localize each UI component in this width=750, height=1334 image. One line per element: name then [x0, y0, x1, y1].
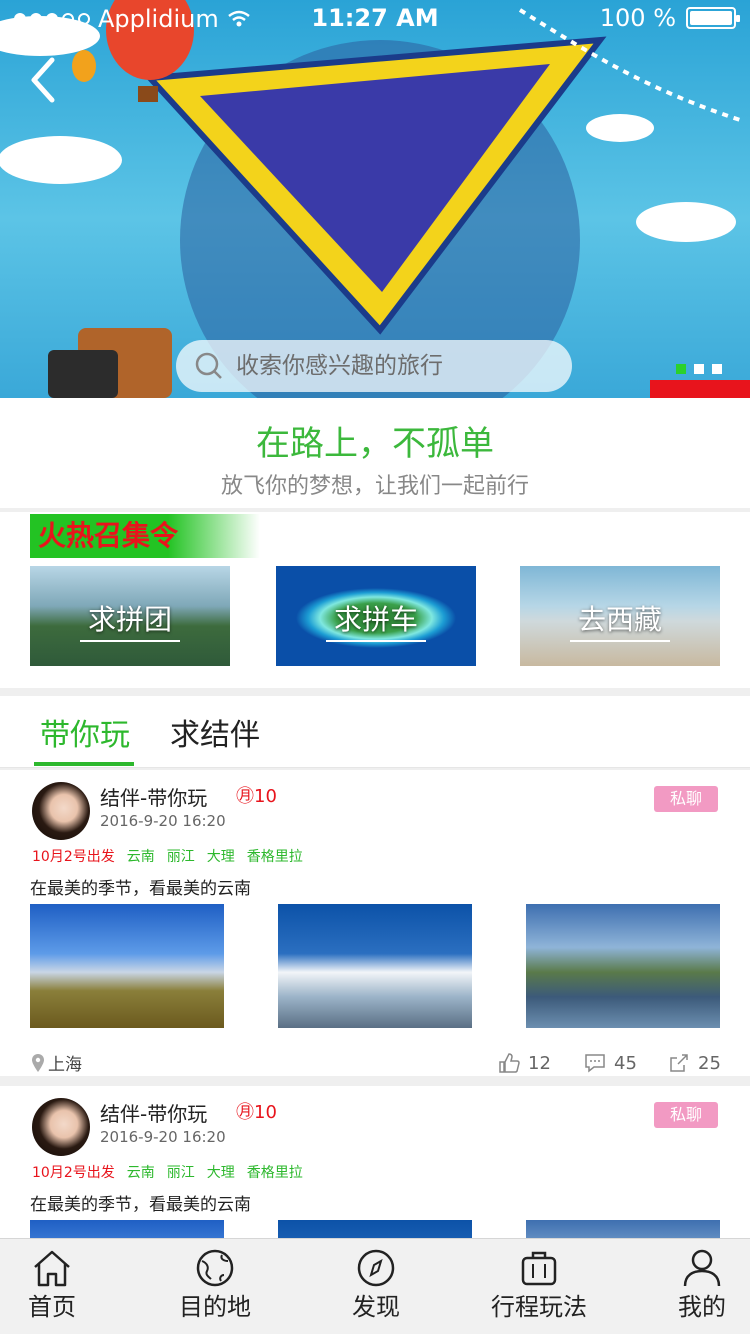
post-card[interactable]: 结伴-带你玩 ㊊10 2016-9-20 16:20 私聊 10月2号出发 云南… [0, 1086, 750, 1238]
share-count: 25 [698, 1052, 721, 1074]
globe-icon [196, 1249, 234, 1287]
avatar[interactable] [32, 782, 90, 840]
nav-destination[interactable]: 目的地 [172, 1249, 258, 1322]
group-tour-card[interactable]: 求拼团 [30, 566, 230, 666]
home-icon [34, 1250, 70, 1287]
post-photo[interactable] [30, 904, 224, 1028]
points-badge: ㊊10 [236, 786, 277, 807]
private-chat-button[interactable]: 私聊 [654, 786, 718, 812]
tab-play-with-you[interactable]: 带你玩 [40, 710, 130, 754]
bottom-nav: 首页 目的地 发现 行程玩法 我的 [0, 1238, 750, 1334]
points-badge: ㊊10 [236, 1102, 277, 1123]
post-photo[interactable] [526, 1220, 720, 1238]
pager-dot-active [676, 364, 686, 374]
nav-label: 发现 [352, 1293, 400, 1321]
user-icon [683, 1249, 721, 1287]
nav-home[interactable]: 首页 [22, 1249, 82, 1322]
post-photo[interactable] [30, 1220, 224, 1238]
search-icon [195, 352, 222, 379]
location-tag: 香格里拉 [246, 1165, 303, 1181]
post-photo[interactable] [526, 904, 720, 1028]
compass-icon [357, 1249, 395, 1287]
share-button[interactable]: 25 [668, 1052, 721, 1074]
banner-pager [676, 364, 722, 374]
tab-indicator [34, 762, 134, 766]
battery-icon [686, 7, 740, 29]
card-label: 求拼车 [333, 603, 418, 636]
location-tag: 丽江 [166, 1165, 195, 1181]
nav-label: 首页 [28, 1293, 76, 1321]
like-button[interactable]: 12 [498, 1052, 551, 1074]
comment-button[interactable]: 45 [584, 1052, 637, 1074]
tibet-card[interactable]: 去西藏 [520, 566, 720, 666]
share-icon [670, 1054, 688, 1072]
location-tag: 大理 [206, 1165, 235, 1181]
card-label: 去西藏 [577, 603, 662, 636]
trip-tags: 10月2号出发 云南 丽江 大理 香格里拉 [32, 846, 303, 866]
nav-discover[interactable]: 发现 [346, 1249, 406, 1322]
location-tag: 丽江 [166, 849, 195, 865]
post-location: 上海 [32, 1050, 82, 1075]
depart-date: 10月2号出发 [32, 1165, 115, 1181]
comment-icon [585, 1054, 605, 1073]
tab-bar: 带你玩 求结伴 [0, 696, 750, 768]
post-title: 结伴-带你玩 [100, 786, 208, 810]
post-title: 结伴-带你玩 [100, 1102, 208, 1126]
suitcase-icon [521, 1251, 557, 1286]
depart-date: 10月2号出发 [32, 849, 115, 865]
like-count: 12 [528, 1052, 551, 1074]
post-photo[interactable] [278, 1220, 472, 1238]
slogan-sub: 放飞你的梦想，让我们一起前行 [220, 474, 529, 499]
tab-find-partner[interactable]: 求结伴 [170, 710, 260, 754]
post-photo[interactable] [278, 904, 472, 1028]
back-icon[interactable] [22, 52, 66, 108]
nav-label: 目的地 [179, 1293, 251, 1321]
nav-label: 行程玩法 [491, 1293, 587, 1321]
slogan-main: 在路上，不孤单 [256, 424, 494, 464]
hot-call-section: 火热召集令 求拼团 求拼车 去西藏 [0, 512, 750, 688]
nav-label: 我的 [678, 1293, 726, 1321]
hero-banner[interactable]: Applidium 11:27 AM 100 % [0, 0, 750, 398]
location-tag: 香格里拉 [246, 849, 303, 865]
location-pin-icon [32, 1053, 44, 1072]
pager-dot [712, 364, 722, 374]
location-name: 上海 [48, 1055, 82, 1075]
status-bar: Applidium 11:27 AM 100 % [0, 0, 750, 40]
nav-profile[interactable]: 我的 [672, 1249, 732, 1322]
post-description: 在最美的季节，看最美的云南 [30, 1195, 251, 1215]
card-label: 求拼团 [87, 603, 172, 636]
thumbs-up-icon [499, 1053, 520, 1073]
location-tag: 云南 [126, 1165, 155, 1181]
section-title: 火热召集令 [30, 514, 260, 558]
location-tag: 大理 [206, 849, 235, 865]
comment-count: 45 [614, 1052, 637, 1074]
post-description: 在最美的季节，看最美的云南 [30, 879, 251, 899]
post-date: 2016-9-20 16:20 [100, 812, 226, 830]
post-date: 2016-9-20 16:20 [100, 1128, 226, 1146]
location-tag: 云南 [126, 849, 155, 865]
pager-dot [694, 364, 704, 374]
carpool-card[interactable]: 求拼车 [276, 566, 476, 666]
avatar[interactable] [32, 1098, 90, 1156]
banner-artwork [0, 0, 750, 398]
slogan-section: 在路上，不孤单 放飞你的梦想，让我们一起前行 [0, 398, 750, 508]
search-bar[interactable] [176, 340, 572, 392]
trip-tags: 10月2号出发 云南 丽江 大理 香格里拉 [32, 1162, 303, 1182]
battery-percent: 100 % [599, 4, 676, 32]
private-chat-button[interactable]: 私聊 [654, 1102, 718, 1128]
post-card[interactable]: 结伴-带你玩 ㊊10 2016-9-20 16:20 私聊 10月2号出发 云南… [0, 770, 750, 1076]
search-input[interactable] [236, 353, 536, 379]
nav-itinerary[interactable]: 行程玩法 [484, 1249, 594, 1322]
